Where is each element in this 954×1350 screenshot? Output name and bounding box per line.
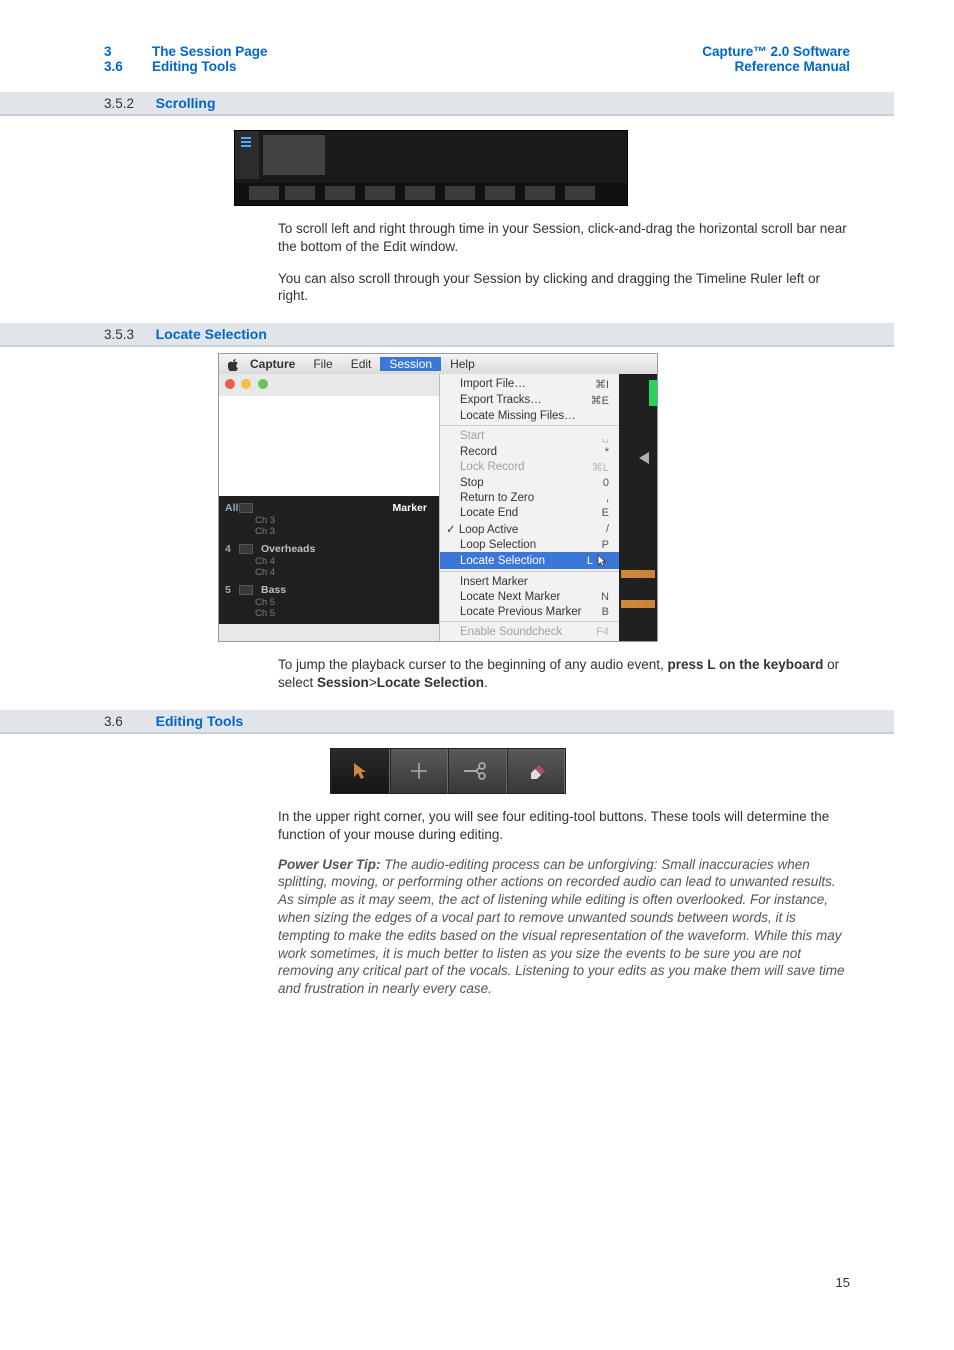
section-title: Locate Selection <box>156 326 267 342</box>
session-dropdown: Import File…⌘I Export Tracks…⌘E Locate M… <box>439 374 619 641</box>
track-number: 4 <box>225 543 239 555</box>
edit-tools-screenshot <box>330 748 566 794</box>
split-tool-button[interactable] <box>448 749 507 793</box>
cursor-icon <box>597 554 609 568</box>
track-sub: Ch 5 <box>219 598 439 609</box>
range-tool-icon <box>407 759 431 783</box>
marker-label: Marker <box>393 502 433 514</box>
menu-item-return-to-zero[interactable]: Return to Zero, <box>440 490 619 505</box>
menu-item-start: Start␣ <box>440 428 619 444</box>
play-reverse-icon <box>639 452 649 464</box>
track-name: Bass <box>261 584 433 596</box>
product-subtitle: Reference Manual <box>702 59 850 74</box>
menu-item-enable-soundcheck: Enable SoundcheckF4 <box>440 624 619 639</box>
locate-para: To jump the playback curser to the begin… <box>278 656 850 692</box>
menu-help[interactable]: Help <box>441 357 484 371</box>
menu-item-record[interactable]: Record* <box>440 444 619 459</box>
apple-icon <box>219 357 241 371</box>
hamburger-icon <box>241 137 251 147</box>
erase-tool-button[interactable] <box>507 749 566 793</box>
section-header-locate: 3.5.3 Locate Selection <box>0 323 894 347</box>
waveform-icon <box>621 600 655 608</box>
menu-item-insert-marker[interactable]: Insert Marker <box>440 574 619 589</box>
session-menu-screenshot: Capture File Edit Session Help All Marke… <box>218 353 658 642</box>
section-title: Scrolling <box>156 95 216 111</box>
track-sub: Ch 4 <box>219 557 439 568</box>
power-user-tip: Power User Tip: The audio-editing proces… <box>278 856 850 999</box>
minimize-icon[interactable] <box>241 379 251 389</box>
section-num: 3.5.2 <box>104 96 152 111</box>
menu-item-locate-selection[interactable]: Locate SelectionL <box>440 552 619 569</box>
menu-item-loop-active[interactable]: Loop Active/ <box>440 520 619 537</box>
section-header-scrolling: 3.5.2 Scrolling <box>0 92 894 116</box>
menu-item-locate-next-marker[interactable]: Locate Next MarkerN <box>440 589 619 604</box>
menu-edit[interactable]: Edit <box>342 357 381 371</box>
scrolling-para2: You can also scroll through your Session… <box>278 270 850 306</box>
traffic-lights <box>219 374 439 396</box>
section-header-editing: 3.6 Editing Tools <box>0 710 894 734</box>
header-left: 3 The Session Page 3.6 Editing Tools <box>104 44 268 74</box>
track-sub: Ch 4 <box>219 568 439 579</box>
section-title: Editing Tools <box>152 59 237 74</box>
timeline-strip <box>619 374 657 641</box>
close-icon[interactable] <box>225 379 235 389</box>
green-indicator <box>649 380 657 406</box>
menu-item-stop[interactable]: Stop0 <box>440 475 619 490</box>
scrolling-screenshot <box>234 130 628 206</box>
menu-item-locate-missing[interactable]: Locate Missing Files… <box>440 408 619 423</box>
menu-item-locate-prev-marker[interactable]: Locate Previous MarkerB <box>440 604 619 619</box>
section-num: 3.6 <box>104 714 152 729</box>
scrolling-para1: To scroll left and right through time in… <box>278 220 850 256</box>
track-sub: Ch 5 <box>219 609 439 620</box>
track-all-label: All <box>225 502 239 514</box>
menu-item-loop-selection[interactable]: Loop SelectionP <box>440 537 619 552</box>
menu-session[interactable]: Session <box>380 357 441 371</box>
header-right: Capture™ 2.0 Software Reference Manual <box>702 44 850 74</box>
product-name: Capture™ 2.0 Software <box>702 44 850 59</box>
split-tool-icon <box>462 761 492 781</box>
waveform-icon <box>621 570 655 578</box>
tip-body: The audio-editing process can be unforgi… <box>278 857 845 997</box>
page-number: 15 <box>836 1275 850 1290</box>
left-pane: All Marker Ch 3 Ch 3 4 Overheads Ch 4 Ch… <box>219 374 439 641</box>
menu-item-lock-record: Lock Record⌘L <box>440 459 619 475</box>
arrow-tool-icon <box>350 761 370 781</box>
record-arm-icon[interactable] <box>239 544 253 554</box>
record-arm-icon[interactable] <box>239 503 253 513</box>
track-number: 5 <box>225 584 239 596</box>
range-tool-button[interactable] <box>390 749 449 793</box>
section-number: 3.6 <box>104 59 152 74</box>
track-sub: Ch 3 <box>219 516 439 527</box>
arrow-tool-button[interactable] <box>331 749 390 793</box>
menu-capture[interactable]: Capture <box>241 357 304 371</box>
erase-tool-icon <box>525 761 547 781</box>
chapter-title: The Session Page <box>152 44 268 59</box>
menu-item-locate-end[interactable]: Locate EndE <box>440 505 619 520</box>
editing-para1: In the upper right corner, you will see … <box>278 808 850 844</box>
record-arm-icon[interactable] <box>239 585 253 595</box>
mac-menubar: Capture File Edit Session Help <box>219 354 657 374</box>
track-sub: Ch 3 <box>219 527 439 538</box>
menu-item-export-tracks[interactable]: Export Tracks…⌘E <box>440 392 619 408</box>
chapter-number: 3 <box>104 44 152 59</box>
menu-item-import-file[interactable]: Import File…⌘I <box>440 376 619 392</box>
zoom-icon[interactable] <box>258 379 268 389</box>
section-title: Editing Tools <box>156 713 244 729</box>
menu-file[interactable]: File <box>304 357 341 371</box>
track-name: Overheads <box>261 543 433 555</box>
page-header: 3 The Session Page 3.6 Editing Tools Cap… <box>0 0 954 74</box>
section-num: 3.5.3 <box>104 327 152 342</box>
tip-label: Power User Tip: <box>278 857 381 872</box>
